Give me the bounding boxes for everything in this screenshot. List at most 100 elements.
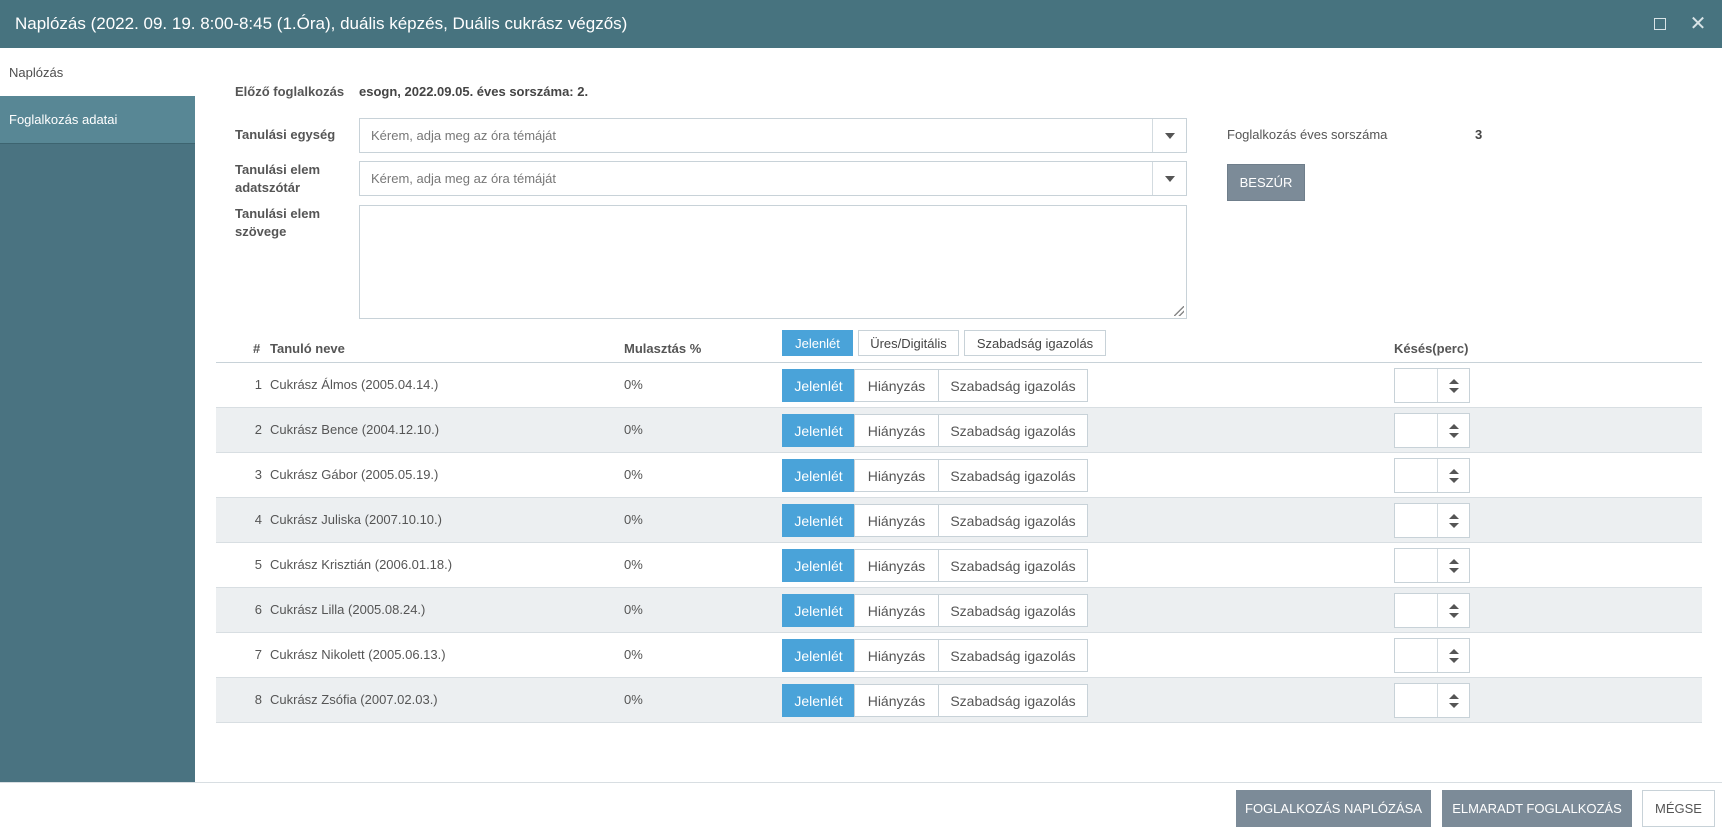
sidebar-item-label: Foglalkozás adatai <box>9 112 118 127</box>
sidebar-item-foglalkozas-adatai[interactable]: Foglalkozás adatai <box>0 96 195 144</box>
attendance-leave-button[interactable]: Szabadság igazolás <box>938 504 1088 537</box>
increment-icon[interactable] <box>1448 648 1459 654</box>
table-row: 8 Cukrász Zsófia (2007.02.03.) 0% Jelenlét H… <box>216 678 1702 723</box>
attendance-absent-button[interactable]: Hiányzás <box>854 504 939 537</box>
student-name: Cukrász Krisztián (2006.01.18.) <box>270 557 453 572</box>
row-number: 6 <box>254 602 262 617</box>
cancel-button[interactable]: MÉGSE <box>1642 790 1715 827</box>
bulk-szabadsag-igazolas-button[interactable]: Szabadság igazolás <box>964 330 1106 356</box>
decrement-icon[interactable] <box>1448 612 1459 618</box>
increment-icon[interactable] <box>1448 693 1459 699</box>
learning-unit-select[interactable]: Kérem, adja meg az óra témáját <box>359 118 1187 153</box>
row-number: 2 <box>254 422 262 437</box>
student-name: Cukrász Juliska (2007.10.10.) <box>270 512 442 527</box>
row-number: 7 <box>254 647 262 662</box>
attendance-present-button[interactable]: Jelenlét <box>782 459 855 492</box>
student-name: Cukrász Zsófia (2007.02.03.) <box>270 692 438 707</box>
attendance-present-button[interactable]: Jelenlét <box>782 684 855 717</box>
previous-session-value: esogn, 2022.09.05. éves sorszáma: 2. <box>359 84 589 99</box>
maximize-icon[interactable] <box>1648 12 1672 36</box>
annual-number-value: 3 <box>1475 127 1483 142</box>
table-row: 3 Cukrász Gábor (2005.05.19.) 0% Jelenlét Hi… <box>216 453 1702 498</box>
attendance-toggle-group: Jelenlét Hiányzás Szabadság igazolás <box>782 414 1088 447</box>
decrement-icon[interactable] <box>1448 522 1459 528</box>
attendance-leave-button[interactable]: Szabadság igazolás <box>938 369 1088 402</box>
decrement-icon[interactable] <box>1448 702 1459 708</box>
late-minutes-stepper[interactable] <box>1394 638 1470 673</box>
increment-icon[interactable] <box>1448 513 1459 519</box>
learning-text-area[interactable] <box>359 205 1187 319</box>
attendance-leave-button[interactable]: Szabadság igazolás <box>938 594 1088 627</box>
increment-icon[interactable] <box>1448 378 1459 384</box>
column-header-num: # <box>253 341 261 356</box>
learning-text-label: Tanulási elem szövege <box>235 206 321 239</box>
attendance-present-button[interactable]: Jelenlét <box>782 504 855 537</box>
row-number: 5 <box>254 557 262 572</box>
attendance-toggle-group: Jelenlét Hiányzás Szabadság igazolás <box>782 594 1088 627</box>
late-minutes-stepper[interactable] <box>1394 593 1470 628</box>
late-minutes-stepper[interactable] <box>1394 458 1470 493</box>
learning-dictionary-select[interactable]: Kérem, adja meg az óra témáját <box>359 161 1187 196</box>
attendance-leave-button[interactable]: Szabadság igazolás <box>938 684 1088 717</box>
attendance-present-button[interactable]: Jelenlét <box>782 639 855 672</box>
increment-icon[interactable] <box>1448 603 1459 609</box>
increment-icon[interactable] <box>1448 423 1459 429</box>
missed-session-button[interactable]: ELMARADT FOGLALKOZÁS <box>1442 790 1632 827</box>
attendance-present-button[interactable]: Jelenlét <box>782 549 855 582</box>
decrement-icon[interactable] <box>1448 567 1459 573</box>
attendance-absent-button[interactable]: Hiányzás <box>854 459 939 492</box>
row-number: 4 <box>254 512 262 527</box>
attendance-leave-button[interactable]: Szabadság igazolás <box>938 549 1088 582</box>
student-name: Cukrász Lilla (2005.08.24.) <box>270 602 426 617</box>
increment-icon[interactable] <box>1448 558 1459 564</box>
attendance-leave-button[interactable]: Szabadság igazolás <box>938 414 1088 447</box>
close-icon[interactable]: ✕ <box>1686 12 1710 36</box>
previous-session-label: Előző foglalkozás <box>235 84 345 99</box>
dialog-footer: FOGLALKOZÁS NAPLÓZÁSA ELMARADT FOGLALKOZ… <box>0 782 1722 828</box>
attendance-absent-button[interactable]: Hiányzás <box>854 549 939 582</box>
chevron-down-icon[interactable] <box>1152 162 1186 195</box>
decrement-icon[interactable] <box>1448 657 1459 663</box>
absence-percent: 0% <box>624 557 643 572</box>
learning-unit-label: Tanulási egység <box>235 127 336 142</box>
late-minutes-stepper[interactable] <box>1394 503 1470 538</box>
learning-unit-placeholder: Kérem, adja meg az óra témáját <box>371 128 556 143</box>
late-minutes-stepper[interactable] <box>1394 368 1470 403</box>
window-titlebar: Naplózás (2022. 09. 19. 8:00-8:45 (1.Óra… <box>0 0 1722 48</box>
late-minutes-stepper[interactable] <box>1394 413 1470 448</box>
resize-grip-icon[interactable] <box>1174 306 1184 316</box>
chevron-down-icon[interactable] <box>1152 119 1186 152</box>
bulk-jelenlet-button[interactable]: Jelenlét <box>782 330 853 356</box>
row-number: 8 <box>254 692 262 707</box>
late-minutes-stepper[interactable] <box>1394 683 1470 718</box>
table-row: 5 Cukrász Krisztián (2006.01.18.) 0% Jelenl… <box>216 543 1702 588</box>
column-header-absence: Mulasztás % <box>624 341 702 356</box>
attendance-present-button[interactable]: Jelenlét <box>782 594 855 627</box>
learning-dictionary-placeholder: Kérem, adja meg az óra témáját <box>371 171 556 186</box>
decrement-icon[interactable] <box>1448 387 1459 393</box>
insert-button[interactable]: BESZÚR <box>1227 164 1305 201</box>
attendance-absent-button[interactable]: Hiányzás <box>854 639 939 672</box>
attendance-absent-button[interactable]: Hiányzás <box>854 369 939 402</box>
attendance-leave-button[interactable]: Szabadság igazolás <box>938 459 1088 492</box>
sidebar-item-naplozas[interactable]: Naplózás <box>0 48 195 96</box>
absence-percent: 0% <box>624 422 643 437</box>
log-session-button[interactable]: FOGLALKOZÁS NAPLÓZÁSA <box>1236 790 1431 827</box>
increment-icon[interactable] <box>1448 468 1459 474</box>
attendance-present-button[interactable]: Jelenlét <box>782 369 855 402</box>
late-minutes-stepper[interactable] <box>1394 548 1470 583</box>
table-row: 2 Cukrász Bence (2004.12.10.) 0% Jelenlét Hi… <box>216 408 1702 453</box>
attendance-toggle-group: Jelenlét Hiányzás Szabadság igazolás <box>782 459 1088 492</box>
attendance-leave-button[interactable]: Szabadság igazolás <box>938 639 1088 672</box>
attendance-absent-button[interactable]: Hiányzás <box>854 594 939 627</box>
attendance-toggle-group: Jelenlét Hiányzás Szabadság igazolás <box>782 684 1088 717</box>
absence-percent: 0% <box>624 467 643 482</box>
table-row: 7 Cukrász Nikolett (2005.06.13.) 0% Jelenlé… <box>216 633 1702 678</box>
attendance-present-button[interactable]: Jelenlét <box>782 414 855 447</box>
attendance-absent-button[interactable]: Hiányzás <box>854 414 939 447</box>
attendance-absent-button[interactable]: Hiányzás <box>854 684 939 717</box>
decrement-icon[interactable] <box>1448 477 1459 483</box>
bulk-ures-digitalis-button[interactable]: Üres/Digitális <box>858 330 959 356</box>
decrement-icon[interactable] <box>1448 432 1459 438</box>
attendance-toggle-group: Jelenlét Hiányzás Szabadság igazolás <box>782 504 1088 537</box>
